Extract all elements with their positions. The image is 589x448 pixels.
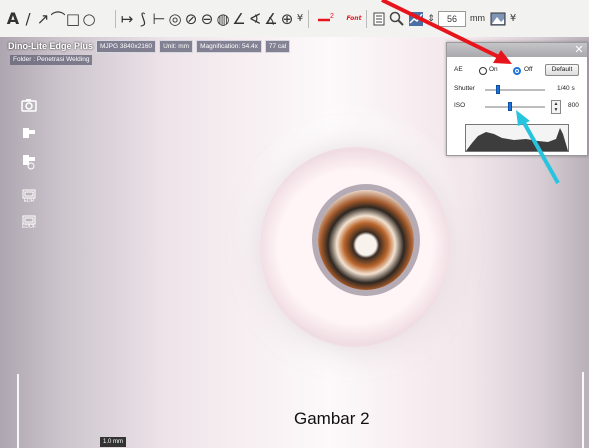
cyan-arrow xyxy=(516,110,560,184)
scale-bar-label: 1.0 mm xyxy=(100,437,127,447)
figure-caption: Gambar 2 xyxy=(294,409,370,428)
red-arrow xyxy=(381,0,512,64)
annotation-layer xyxy=(381,0,560,184)
